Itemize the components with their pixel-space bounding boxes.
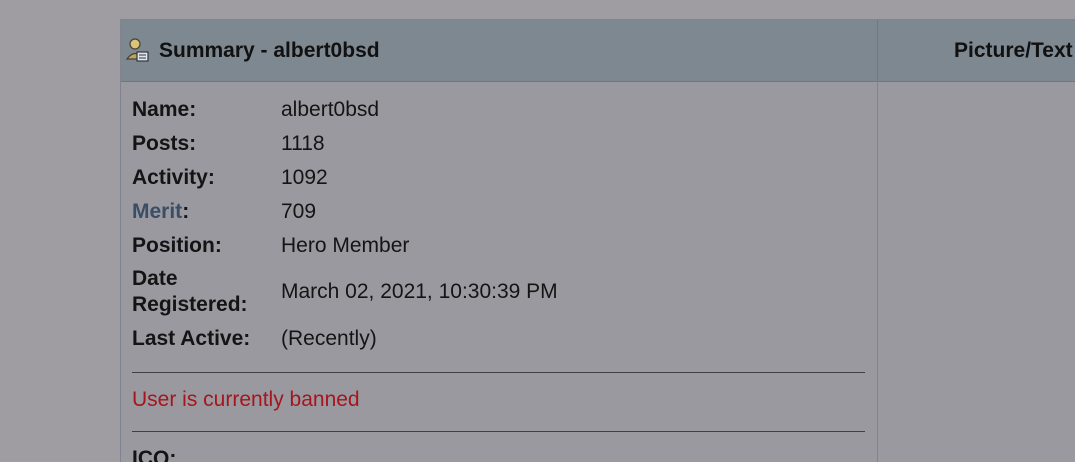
picture-text-title: Picture/Text <box>954 38 1073 62</box>
icq-label: ICQ: <box>132 447 177 462</box>
merit-colon: : <box>182 200 190 223</box>
posts-value: 1118 <box>281 132 325 155</box>
name-row: Name: albert0bsd <box>132 93 866 127</box>
column-divider <box>877 81 878 462</box>
last-active-label: Last Active: <box>132 327 251 350</box>
position-label: Position: <box>132 234 222 257</box>
merit-row: Merit: 709 <box>132 195 866 229</box>
summary-title: Summary - albert0bsd <box>159 38 380 62</box>
divider-line-2 <box>132 431 865 432</box>
divider-line <box>132 372 865 373</box>
position-value: Hero Member <box>281 234 410 257</box>
merit-value: 709 <box>281 200 317 223</box>
last-active-value: (Recently) <box>281 327 377 350</box>
date-registered-value: March 02, 2021, 10:30:39 PM <box>281 280 558 303</box>
last-active-row: Last Active: (Recently) <box>132 322 866 356</box>
date-registered-row: Date Registered: March 02, 2021, 10:30:3… <box>132 262 866 322</box>
profile-page: Summary - albert0bsd Picture/Text Name: … <box>0 0 1075 462</box>
position-row: Position: Hero Member <box>132 229 866 263</box>
profile-table: Summary - albert0bsd Picture/Text Name: … <box>120 19 1075 462</box>
summary-details: Name: albert0bsd Posts: 1118 Activity: 1… <box>132 93 866 462</box>
merit-link[interactable]: Merit <box>132 200 182 223</box>
profile-header: Summary - albert0bsd Picture/Text <box>121 20 1075 82</box>
activity-value: 1092 <box>281 166 328 189</box>
name-label: Name: <box>132 98 197 121</box>
activity-label: Activity: <box>132 166 215 189</box>
date-registered-label: Date Registered: <box>132 267 248 316</box>
posts-row: Posts: 1118 <box>132 127 866 161</box>
name-value: albert0bsd <box>281 98 380 121</box>
activity-row: Activity: 1092 <box>132 161 866 195</box>
user-profile-icon <box>125 37 151 65</box>
merit-label-container: Merit: <box>132 199 281 225</box>
summary-header: Summary - albert0bsd <box>121 20 876 81</box>
banned-status: User is currently banned <box>132 388 360 411</box>
picture-text-header: Picture/Text <box>877 20 1075 81</box>
posts-label: Posts: <box>132 132 197 155</box>
